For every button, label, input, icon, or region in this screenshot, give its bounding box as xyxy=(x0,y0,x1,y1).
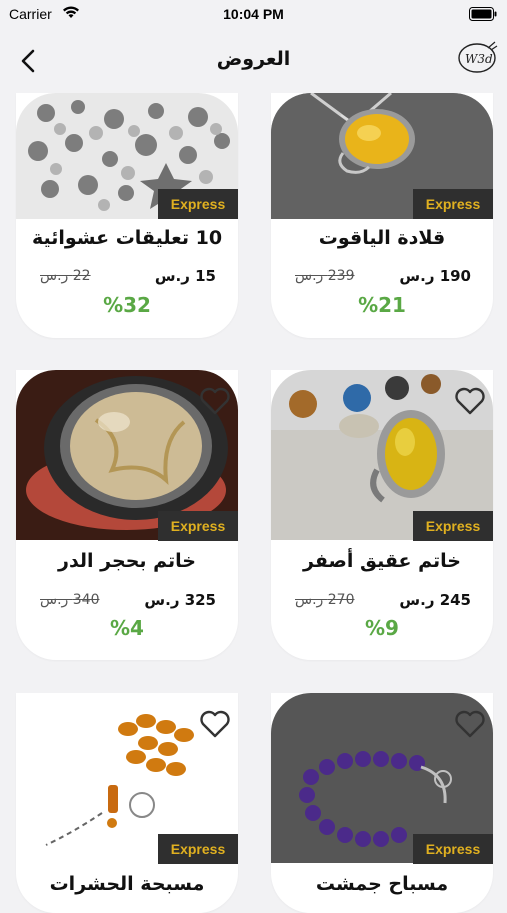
offers-grid: Express قلادة الياقوت 190 ر.س 239 ر.س %2… xyxy=(0,0,507,913)
favorite-button[interactable] xyxy=(453,384,487,418)
express-badge: Express xyxy=(158,834,238,864)
product-price: 325 ر.س xyxy=(144,591,216,609)
product-name: مسبحة الحشرات xyxy=(49,873,205,895)
product-old-price: 239 ر.س xyxy=(295,268,355,284)
product-price: 15 ر.س xyxy=(154,267,216,285)
heart-icon xyxy=(455,387,485,415)
favorite-button[interactable] xyxy=(453,707,487,741)
express-badge: Express xyxy=(413,189,493,219)
heart-icon xyxy=(200,710,230,738)
product-card[interactable]: Express قلادة الياقوت 190 ر.س 239 ر.س %2… xyxy=(271,93,493,338)
product-card[interactable]: Express 10 تعليقات عشوائية 15 ر.س 22 ر.س… xyxy=(16,93,238,338)
express-badge: Express xyxy=(158,189,238,219)
product-old-price: 340 ر.س xyxy=(40,592,100,608)
product-name: خاتم عقيق أصفر xyxy=(303,550,461,572)
product-name: مسباح جمشت xyxy=(315,873,449,895)
product-card[interactable]: Express خاتم بحجر الدر 325 ر.س 340 ر.س %… xyxy=(16,370,238,660)
express-badge: Express xyxy=(158,511,238,541)
product-name: 10 تعليقات عشوائية xyxy=(31,227,223,249)
product-card[interactable]: Express مسبحة الحشرات xyxy=(16,693,238,913)
product-name: خاتم بحجر الدر xyxy=(58,550,196,572)
product-price: 190 ر.س xyxy=(399,267,471,285)
product-card[interactable]: Express خاتم عقيق أصفر 245 ر.س 270 ر.س %… xyxy=(271,370,493,660)
product-old-price: 22 ر.س xyxy=(40,268,91,284)
favorite-button[interactable] xyxy=(198,384,232,418)
favorite-button[interactable] xyxy=(198,707,232,741)
discount-label: %32 xyxy=(103,293,151,317)
product-card[interactable]: Express مسباح جمشت xyxy=(271,693,493,913)
discount-label: %4 xyxy=(110,616,144,640)
product-old-price: 270 ر.س xyxy=(295,592,355,608)
discount-label: %9 xyxy=(365,616,399,640)
product-price: 245 ر.س xyxy=(399,591,471,609)
heart-icon xyxy=(455,710,485,738)
discount-label: %21 xyxy=(358,293,406,317)
heart-icon xyxy=(200,387,230,415)
express-badge: Express xyxy=(413,834,493,864)
express-badge: Express xyxy=(413,511,493,541)
product-name: قلادة الياقوت xyxy=(318,227,446,249)
